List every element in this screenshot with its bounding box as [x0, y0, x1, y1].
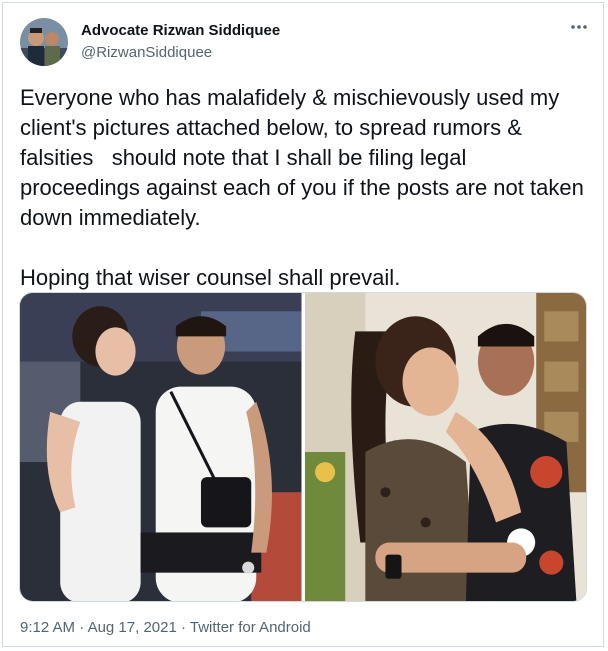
- tweet-source[interactable]: Twitter for Android: [190, 619, 311, 636]
- avatar-image: [20, 18, 68, 66]
- photo-right[interactable]: [304, 293, 586, 601]
- tweet-meta: 9:12 AM · Aug 17, 2021 · Twitter for And…: [20, 619, 311, 636]
- tweet-date[interactable]: Aug 17, 2021: [88, 619, 177, 636]
- meta-separator: ·: [176, 619, 190, 636]
- photo-left-image: [20, 293, 302, 601]
- media-grid: [19, 292, 587, 602]
- photo-right-image: [304, 293, 586, 601]
- author-name[interactable]: Advocate Rizwan Siddiquee: [81, 22, 280, 39]
- avatar[interactable]: [20, 18, 68, 66]
- more-horizontal-icon: [571, 25, 587, 29]
- photo-left[interactable]: [20, 293, 302, 601]
- author-handle[interactable]: @RizwanSiddiquee: [81, 44, 212, 61]
- tweet-text: Everyone who has malafidely & mischievou…: [20, 85, 584, 290]
- tweet-time[interactable]: 9:12 AM: [20, 619, 75, 636]
- more-options-button[interactable]: [569, 17, 589, 37]
- tweet-card: Advocate Rizwan Siddiquee @RizwanSiddiqu…: [2, 2, 604, 647]
- meta-separator: ·: [75, 619, 88, 636]
